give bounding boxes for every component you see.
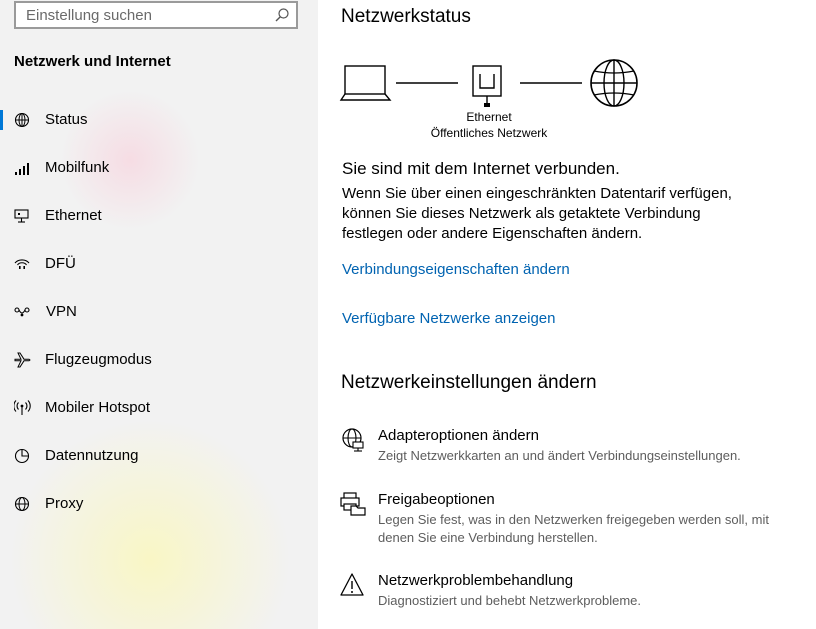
globe-icon: [14, 112, 30, 128]
active-indicator: [0, 110, 3, 130]
sidebar-item-label: Flugzeugmodus: [45, 351, 152, 368]
airplane-icon: [14, 352, 31, 368]
sidebar-item-dfu[interactable]: DFÜ: [0, 240, 318, 288]
search-input[interactable]: [16, 3, 276, 27]
dialup-icon: [14, 259, 30, 269]
connection-status: Sie sind mit dem Internet verbunden.: [342, 159, 620, 178]
metered-description: Wenn Sie über einen eingeschränkten Date…: [342, 185, 732, 242]
option-description: Diagnostiziert und behebt Netzwerkproble…: [378, 593, 642, 608]
hotspot-icon: [14, 400, 31, 415]
sidebar-item-label: Ethernet: [45, 207, 102, 224]
sidebar-item-vpn[interactable]: VPN: [0, 288, 318, 336]
section-title: Netzwerkeinstellungen ändern: [341, 372, 597, 393]
network-profile: Öffentliches Netzwerk: [430, 126, 548, 140]
troubleshooter-item[interactable]: Netzwerkproblembehandlung Diagnostiziert…: [340, 572, 790, 612]
sidebar-item-proxy[interactable]: Proxy: [0, 480, 318, 528]
ethernet-port-icon: [472, 65, 502, 107]
warning-icon: [340, 573, 364, 596]
sidebar-item-datennutzung[interactable]: Datennutzung: [0, 432, 318, 480]
sidebar-item-label: DFÜ: [45, 255, 76, 272]
option-description: Legen Sie fest, was in den Netzwerken fr…: [378, 512, 769, 545]
sharing-icon: [340, 492, 366, 516]
globe-icon: [14, 496, 30, 512]
adapter-icon: [342, 428, 364, 452]
sidebar: Netzwerk und Internet Status Mobilfunk: [0, 0, 318, 629]
signal-bars-icon: [15, 163, 29, 175]
sidebar-item-flugzeugmodus[interactable]: Flugzeugmodus: [0, 336, 318, 384]
sidebar-item-status[interactable]: Status: [0, 96, 318, 144]
sidebar-item-label: VPN: [46, 303, 77, 320]
main-content: Netzwerkstatus Ethernet Öffentliches Net…: [318, 0, 816, 629]
sidebar-item-mobilfunk[interactable]: Mobilfunk: [0, 144, 318, 192]
option-title: Adapteroptionen ändern: [378, 427, 539, 444]
sidebar-nav: Status Mobilfunk Ethernet DFÜ VPN Flugze…: [0, 96, 318, 528]
available-networks-link[interactable]: Verfügbare Netzwerke anzeigen: [342, 310, 555, 327]
adapter-name: Ethernet: [466, 110, 512, 124]
sidebar-item-label: Status: [45, 111, 88, 128]
ethernet-icon: [14, 209, 29, 223]
page-title: Netzwerkstatus: [341, 6, 471, 27]
adapter-options-item[interactable]: Adapteroptionen ändern Zeigt Netzwerkkar…: [340, 427, 790, 467]
sidebar-item-label: Datennutzung: [45, 447, 139, 464]
vpn-icon: [14, 307, 30, 317]
sidebar-item-hotspot[interactable]: Mobiler Hotspot: [0, 384, 318, 432]
sidebar-item-ethernet[interactable]: Ethernet: [0, 192, 318, 240]
search-icon[interactable]: [274, 7, 290, 23]
search-box[interactable]: [14, 1, 298, 29]
sidebar-item-label: Mobiler Hotspot: [45, 399, 151, 416]
option-title: Freigabeoptionen: [378, 491, 495, 508]
internet-globe-icon: [590, 59, 638, 107]
sharing-options-item[interactable]: Freigabeoptionen Legen Sie fest, was in …: [340, 491, 790, 547]
data-usage-icon: [14, 448, 30, 464]
connection-properties-link[interactable]: Verbindungseigenschaften ändern: [342, 261, 570, 278]
sidebar-item-label: Mobilfunk: [45, 159, 110, 176]
laptop-icon: [339, 65, 392, 101]
sidebar-item-label: Proxy: [45, 495, 84, 512]
sidebar-title: Netzwerk und Internet: [14, 53, 171, 70]
option-description: Zeigt Netzwerkkarten an und ändert Verbi…: [378, 448, 741, 463]
option-title: Netzwerkproblembehandlung: [378, 572, 574, 589]
